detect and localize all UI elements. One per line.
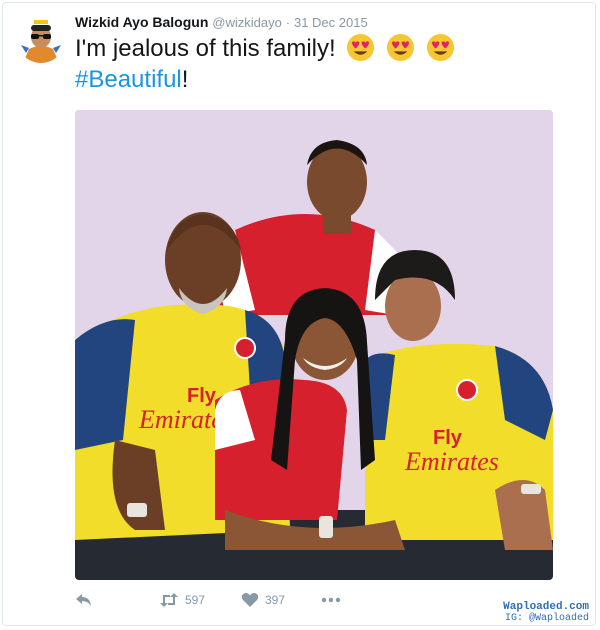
retweet-icon [160, 593, 178, 607]
heart-eyes-emoji [386, 33, 415, 62]
tweet-text-end: ! [181, 66, 189, 93]
reply-icon [76, 594, 91, 606]
more-icon [321, 597, 341, 603]
reply-action[interactable] [75, 592, 93, 608]
tweet-text: I'm jealous of this family! #Beautiful! [75, 33, 575, 95]
author-avatar[interactable] [17, 15, 65, 63]
retweet-action[interactable]: 597 [159, 592, 205, 608]
author-name[interactable]: Wizkid Ayo Balogun [75, 14, 208, 30]
kit-sponsor-woman-fly: Fly [433, 427, 463, 449]
watermark-instagram: IG: @Waploaded [504, 613, 589, 624]
separator-dot: · [285, 15, 291, 30]
more-action[interactable] [321, 592, 341, 608]
heart-eyes-emoji [426, 33, 454, 62]
tweet-date[interactable]: 31 Dec 2015 [294, 15, 368, 30]
watermark-site: Waploaded.com [503, 601, 589, 613]
author-handle[interactable]: @wizkidayo [212, 15, 282, 30]
tweet-header: Wizkid Ayo Balogun @wizkidayo · 31 Dec 2… [75, 14, 368, 30]
kit-sponsor-man-fly: Fly [187, 385, 217, 407]
heart-eyes-emoji [347, 33, 375, 62]
like-count: 397 [265, 593, 286, 607]
retweet-count: 597 [185, 593, 206, 607]
tweet-photo[interactable]: Fly Emirates Fly Emirates [75, 110, 553, 580]
avatar-image [17, 15, 65, 63]
kit-sponsor-woman-emirates: Emirates [404, 447, 499, 476]
tweet-text-main: I'm jealous of this family! [75, 35, 336, 62]
arsenal-crest-woman [456, 379, 478, 401]
like-action[interactable]: 397 [241, 592, 285, 608]
watermark: Waploaded.com IG: @Waploaded [503, 601, 589, 625]
tweet-card: Wizkid Ayo Balogun @wizkidayo · 31 Dec 2… [2, 2, 596, 626]
arsenal-crest-man [234, 337, 256, 359]
hashtag-link[interactable]: #Beautiful [75, 66, 182, 93]
family-photo: Fly Emirates Fly Emirates [75, 110, 553, 580]
heart-icon [241, 593, 259, 607]
